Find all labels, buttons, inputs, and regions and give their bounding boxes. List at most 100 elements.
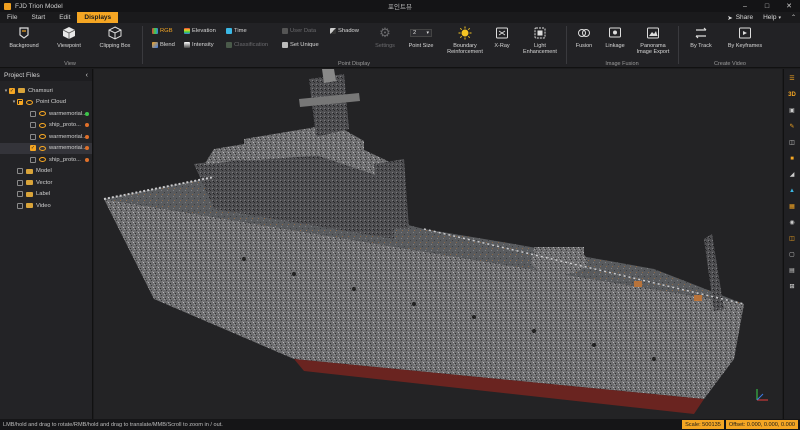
tree-point-cloud[interactable]: ▾ Point Cloud xyxy=(0,97,92,109)
menu-displays[interactable]: Displays xyxy=(77,12,119,23)
dataset-icon[interactable]: ▲ xyxy=(787,185,798,196)
point-size-select[interactable]: 2 ▾ xyxy=(410,29,432,37)
by-keyframes-button[interactable]: By Keyframes xyxy=(722,26,768,49)
file-checkbox[interactable]: ✓ xyxy=(30,145,36,152)
shadow-button[interactable]: Shadow xyxy=(330,28,359,34)
model-checkbox[interactable] xyxy=(17,168,23,175)
file-item[interactable]: ✓ warmemorial... xyxy=(0,142,92,154)
tree-video[interactable]: Video xyxy=(0,200,92,212)
rgb-label: RGB xyxy=(160,28,173,34)
background-icon xyxy=(17,26,31,40)
folder-icon xyxy=(26,168,33,174)
keyframes-icon xyxy=(738,26,752,40)
eye-icon[interactable] xyxy=(39,157,46,163)
time-button[interactable]: Time xyxy=(226,28,247,34)
create-video-group: By Track By Keyframes Create Video xyxy=(680,23,780,68)
panorama-export-button[interactable]: Panorama Image Export xyxy=(632,26,674,55)
elevation-label: Elevation xyxy=(192,28,216,34)
settings-button[interactable]: ⚙ Settings xyxy=(370,26,400,49)
tree-model[interactable]: Model xyxy=(0,166,92,178)
cube-icon[interactable]: ◫ xyxy=(787,233,798,244)
file-item[interactable]: warmemorial... xyxy=(0,131,92,143)
elevation-button[interactable]: Elevation xyxy=(184,28,216,34)
menu-edit[interactable]: Edit xyxy=(52,12,77,23)
color-icon[interactable]: ■ xyxy=(787,153,798,164)
eye-icon[interactable] xyxy=(26,99,33,105)
file-checkbox[interactable] xyxy=(30,133,36,140)
boundary-reinforcement-label: Boundary Reinforcement xyxy=(447,43,483,55)
fusion-button[interactable]: Fusion xyxy=(570,26,598,49)
vector-checkbox[interactable] xyxy=(17,179,23,186)
intensity-label: Intensity xyxy=(192,42,214,48)
lock-icon[interactable]: ▣ xyxy=(787,105,798,116)
tree-vector[interactable]: Vector xyxy=(0,177,92,189)
user-data-button[interactable]: User Data xyxy=(282,28,316,34)
root-label: Chamsuri xyxy=(28,87,53,94)
slice-icon[interactable]: ◫ xyxy=(787,137,798,148)
file-checkbox[interactable] xyxy=(30,110,36,117)
camera-icon[interactable]: ◉ xyxy=(787,217,798,228)
tree-root[interactable]: ▾ ✓ Chamsuri xyxy=(0,85,92,97)
view-3d-button[interactable]: 3D xyxy=(787,89,798,100)
eye-icon[interactable] xyxy=(39,111,46,117)
video-label: Video xyxy=(36,202,51,209)
minimize-button[interactable]: – xyxy=(734,0,756,12)
measure-icon[interactable]: ✎ xyxy=(787,121,798,132)
view-group-label: View xyxy=(64,61,76,67)
image-icon[interactable]: ▤ xyxy=(787,265,798,276)
clipping-box-icon xyxy=(108,26,122,40)
file-item[interactable]: ship_proto... xyxy=(0,154,92,166)
help-menu[interactable]: Help ▾ xyxy=(763,14,781,21)
file-item[interactable]: warmemorial... xyxy=(0,108,92,120)
intensity-icon xyxy=(184,42,190,48)
menu-start[interactable]: Start xyxy=(24,12,52,23)
collapse-ribbon-icon[interactable]: ⌃ xyxy=(791,14,796,21)
filter-icon[interactable]: ◢ xyxy=(787,169,798,180)
light-enhancement-label: Light Enhancement xyxy=(523,43,557,55)
root-checkbox[interactable]: ✓ xyxy=(9,87,15,94)
clipping-box-button[interactable]: Clipping Box xyxy=(94,26,136,49)
crop-icon[interactable]: ⊞ xyxy=(787,281,798,292)
file-checkbox[interactable] xyxy=(30,122,36,129)
light-enhancement-button[interactable]: Light Enhancement xyxy=(518,26,562,55)
shadow-icon xyxy=(330,28,336,34)
close-button[interactable]: ✕ xyxy=(778,0,800,12)
collapse-panel-icon[interactable]: ‹ xyxy=(86,72,88,79)
3d-viewport[interactable] xyxy=(94,69,782,419)
classification-button[interactable]: Classification xyxy=(226,42,268,48)
file-checkbox[interactable] xyxy=(30,156,36,163)
grid-icon[interactable]: ▦ xyxy=(787,201,798,212)
blend-button[interactable]: Blend xyxy=(152,42,175,48)
model-label: Model xyxy=(36,168,52,175)
maximize-button[interactable]: □ xyxy=(756,0,778,12)
divider xyxy=(678,26,679,64)
blend-icon xyxy=(152,42,158,48)
background-button[interactable]: Background xyxy=(6,26,42,49)
intensity-button[interactable]: Intensity xyxy=(184,42,214,48)
boundary-reinforcement-button[interactable]: Boundary Reinforcement xyxy=(444,26,486,55)
viewpoint-label: Viewpoint xyxy=(57,43,81,49)
rgb-button[interactable]: RGB xyxy=(152,28,173,34)
by-track-button[interactable]: By Track xyxy=(684,26,718,49)
tree-label[interactable]: Label xyxy=(0,189,92,201)
file-item[interactable]: ship_proto... xyxy=(0,120,92,132)
eye-icon[interactable] xyxy=(39,145,46,151)
eye-icon[interactable] xyxy=(39,122,46,128)
document-title: 포인트뷰 xyxy=(388,4,412,11)
fusion-label: Fusion xyxy=(575,43,593,49)
label-label: Label xyxy=(36,191,51,198)
label-checkbox[interactable] xyxy=(17,191,23,198)
viewpoint-button[interactable]: Viewpoint xyxy=(52,26,86,49)
title-bar: FJD Trion Model 포인트뷰 – □ ✕ xyxy=(0,0,800,12)
linkage-button[interactable]: Linkage xyxy=(600,26,630,49)
time-label: Time xyxy=(234,28,247,34)
share-button[interactable]: ➤ Share xyxy=(727,14,753,22)
xray-button[interactable]: X-Ray xyxy=(490,26,514,49)
point-cloud-checkbox[interactable] xyxy=(17,99,23,106)
layers-icon[interactable]: ☰ xyxy=(787,73,798,84)
eye-icon[interactable] xyxy=(39,134,46,140)
box-icon[interactable]: ▢ xyxy=(787,249,798,260)
video-checkbox[interactable] xyxy=(17,202,23,209)
menu-file[interactable]: File xyxy=(0,12,24,23)
set-unique-button[interactable]: Set Unique xyxy=(282,42,319,48)
